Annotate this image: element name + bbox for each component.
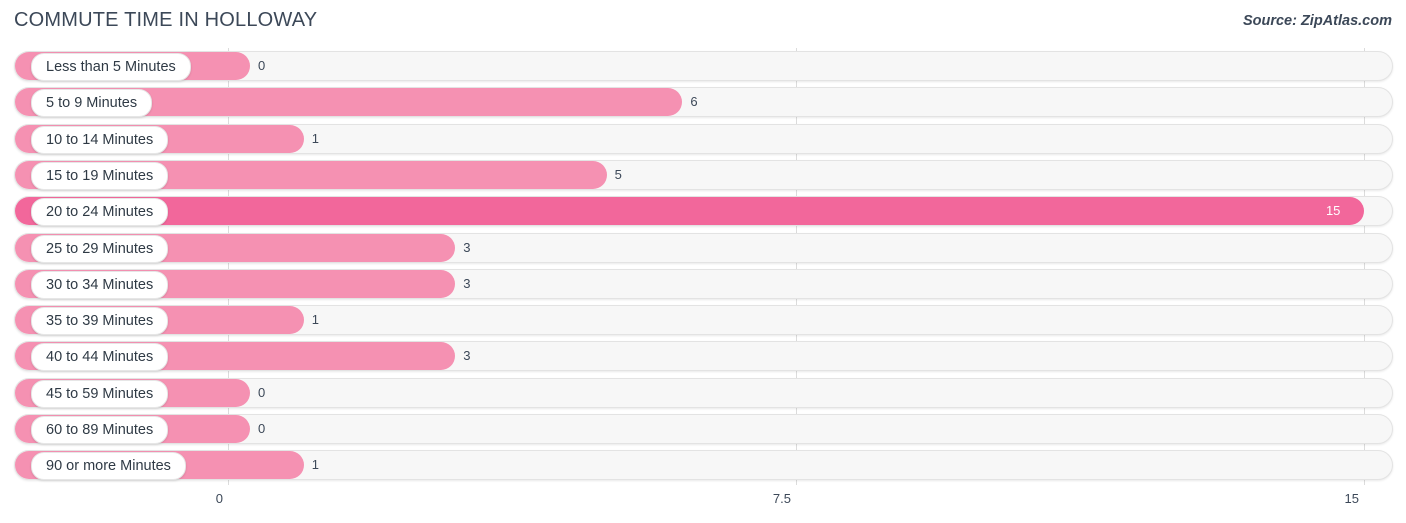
bar-value-label: 6 (690, 94, 698, 110)
bar-row[interactable]: 90 or more Minutes 1 (14, 450, 1393, 481)
bar-value-label: 0 (258, 421, 266, 436)
bar-category-label: 10 to 14 Minutes (31, 125, 169, 154)
bar-row[interactable]: 45 to 59 Minutes 0 (14, 377, 1393, 408)
bar-category-label: 90 or more Minutes (31, 452, 186, 481)
bar-category-label: 5 to 9 Minutes (31, 89, 153, 118)
bar-category-label: 35 to 39 Minutes (31, 307, 169, 336)
bar-row[interactable]: 40 to 44 Minutes 3 (14, 341, 1393, 372)
chart-title: COMMUTE TIME IN HOLLOWAY (14, 9, 318, 31)
bar-value-label: 3 (463, 239, 471, 255)
bar-category-label: 25 to 29 Minutes (31, 234, 169, 263)
bar-category-label: 30 to 34 Minutes (31, 270, 169, 299)
bar-row[interactable]: 60 to 89 Minutes 0 (14, 414, 1393, 444)
bar-row[interactable]: 10 to 14 Minutes 1 (14, 123, 1393, 154)
bar-row[interactable]: 5 to 9 Minutes 6 (14, 87, 1393, 118)
bar-value-label: 0 (258, 58, 266, 73)
bar-row[interactable]: 25 to 29 Minutes 3 (14, 232, 1393, 263)
bar-value-label: 3 (463, 275, 471, 291)
bar-row[interactable]: 35 to 39 Minutes 1 (14, 305, 1393, 336)
x-tick-label: 7.5 (772, 491, 791, 506)
bar-value-label: 1 (311, 312, 319, 328)
bar-row[interactable]: Less than 5 Minutes 0 (14, 51, 1393, 81)
bar-value-label: 15 (1325, 203, 1341, 219)
bar-value-label: 0 (258, 384, 266, 400)
x-axis: 0 7.5 15 (0, 485, 1406, 523)
bar-value-label: 1 (311, 130, 319, 146)
bar-value-label: 3 (463, 348, 471, 364)
bar[interactable] (15, 197, 1364, 226)
bar-category-label: 20 to 24 Minutes (31, 198, 169, 227)
bar-category-label: 60 to 89 Minutes (31, 416, 169, 444)
x-tick-label: 15 (1344, 491, 1359, 506)
bar-category-label: 45 to 59 Minutes (31, 379, 169, 408)
chart-plot-area: Less than 5 Minutes 0 5 to 9 Minutes 6 10 to… (0, 48, 1406, 485)
bar-row[interactable]: 30 to 34 Minutes 3 (14, 268, 1393, 299)
bar-category-label: Less than 5 Minutes (31, 53, 191, 81)
x-tick-label: 0 (215, 491, 223, 506)
bar-row[interactable]: 20 to 24 Minutes 15 (14, 196, 1393, 227)
bar-category-label: 40 to 44 Minutes (31, 343, 169, 372)
chart-source: Source: ZipAtlas.com (1242, 13, 1392, 29)
bar-value-label: 5 (614, 166, 622, 182)
bar-value-label: 1 (311, 457, 319, 473)
bar-category-label: 15 to 19 Minutes (31, 161, 169, 190)
bar-row[interactable]: 15 to 19 Minutes 5 (14, 159, 1393, 190)
